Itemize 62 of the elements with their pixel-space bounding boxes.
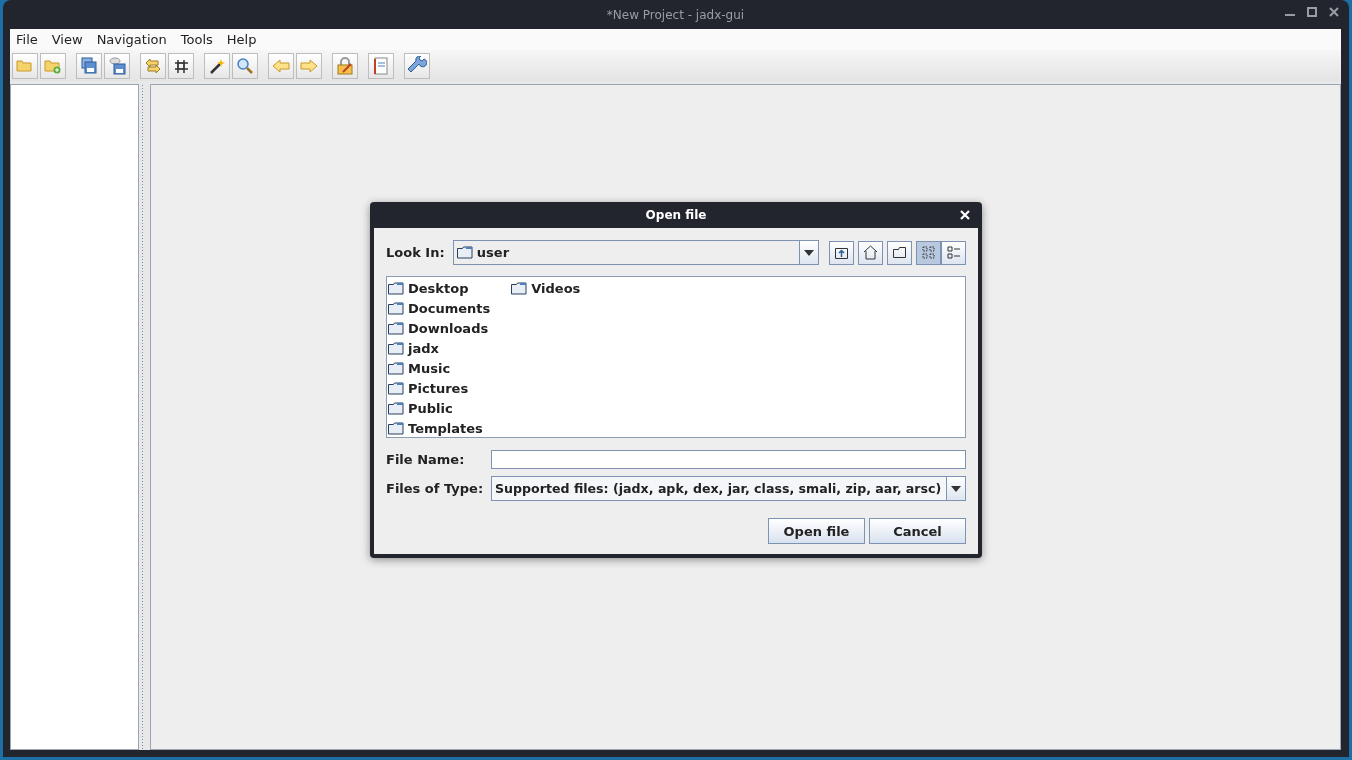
folder-item[interactable]: Pictures xyxy=(387,378,491,398)
details-view-icon xyxy=(946,245,961,260)
look-in-dropdown[interactable]: user xyxy=(452,240,819,265)
folder-item[interactable]: Public xyxy=(387,398,491,418)
folder-icon xyxy=(388,301,404,315)
folder-icon xyxy=(388,401,404,415)
list-view-icon xyxy=(921,245,936,260)
menu-item[interactable]: Tools xyxy=(178,32,219,47)
folder-icon xyxy=(388,321,404,335)
search-icon xyxy=(235,55,255,76)
new-folder-button[interactable] xyxy=(887,240,912,265)
look-in-label: Look In: xyxy=(386,245,446,260)
menu-item[interactable]: Navigation xyxy=(94,32,173,47)
dialog-title: Open file xyxy=(645,208,707,222)
wrench-button[interactable] xyxy=(404,52,430,79)
folder-icon xyxy=(388,341,404,355)
home-icon xyxy=(863,245,878,260)
details-view-button[interactable] xyxy=(941,240,966,265)
folder-item[interactable]: Downloads xyxy=(387,318,491,338)
swap-arrows-button[interactable] xyxy=(140,52,166,79)
open-file-button[interactable]: Open file xyxy=(768,518,865,544)
folder-item[interactable]: Templates xyxy=(387,418,491,438)
home-button[interactable] xyxy=(858,240,883,265)
maximize-icon[interactable] xyxy=(1307,7,1317,17)
folder-item[interactable]: Documents xyxy=(387,298,491,318)
folder-icon xyxy=(388,281,404,295)
dropdown-arrow-icon xyxy=(804,249,814,256)
folder-icon xyxy=(388,421,404,435)
save-button[interactable] xyxy=(104,52,130,79)
save-all-icon xyxy=(79,55,99,76)
magic-wand-button[interactable] xyxy=(204,52,230,79)
folder-icon xyxy=(456,246,473,259)
padlock-pencil-icon xyxy=(335,55,355,76)
file-type-dropdown[interactable]: Supported files: (jadx, apk, dex, jar, class, smali, zip, aar, arsc) xyxy=(491,476,966,501)
file-name-field[interactable] xyxy=(491,450,966,469)
notebook-icon xyxy=(371,55,391,76)
notebook-button[interactable] xyxy=(368,52,394,79)
window-title: *New Project - jadx-gui xyxy=(606,7,745,22)
list-view-button[interactable] xyxy=(916,240,941,265)
menu-item[interactable]: Help xyxy=(224,32,263,47)
folder-item[interactable]: jadx xyxy=(387,338,491,358)
folder-icon xyxy=(892,245,907,260)
folder-item[interactable]: Music xyxy=(387,358,491,378)
up-folder-button[interactable] xyxy=(829,240,854,265)
folder-icon xyxy=(388,381,404,395)
search-button[interactable] xyxy=(232,52,258,79)
close-icon[interactable] xyxy=(1329,7,1339,17)
cancel-button[interactable]: Cancel xyxy=(869,518,966,544)
padlock-pencil-button[interactable] xyxy=(332,52,358,79)
save-all-button[interactable] xyxy=(76,52,102,79)
file-name-label: File Name: xyxy=(386,452,466,467)
menu-item[interactable]: View xyxy=(49,32,89,47)
menu-item[interactable]: File xyxy=(14,32,44,47)
grid-button[interactable] xyxy=(168,52,194,79)
folder-icon xyxy=(388,361,404,375)
dropdown-arrow-icon xyxy=(951,485,961,492)
folder-icon xyxy=(511,281,528,295)
folder-item[interactable]: Videos xyxy=(510,278,581,298)
folder-plus-button[interactable] xyxy=(40,52,66,79)
file-type-label: Files of Type: xyxy=(386,481,485,496)
folder-item[interactable]: Desktop xyxy=(387,278,491,298)
save-icon xyxy=(107,55,127,76)
